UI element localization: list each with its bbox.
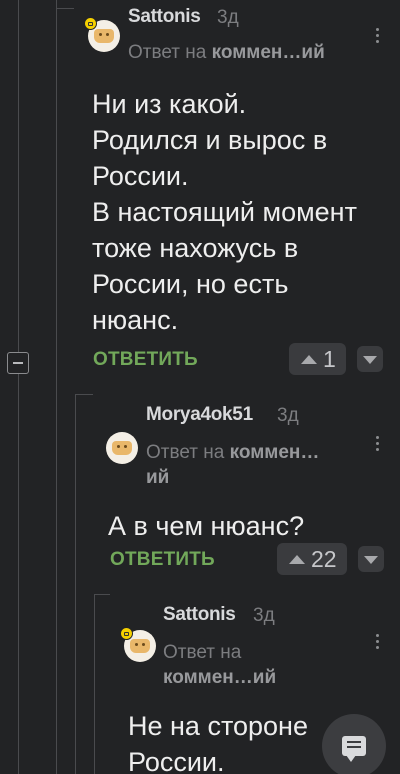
- reply-to-target[interactable]: коммен…ий: [212, 42, 325, 63]
- thread-line-outer: [18, 0, 19, 352]
- comment-text-line: России.: [92, 161, 189, 191]
- comment-text-line: Не на стороне: [128, 711, 308, 741]
- comment-text-line: Ни из какой.: [92, 89, 247, 119]
- comment-text: А в чем нюанс?: [108, 508, 304, 544]
- reply-button[interactable]: ОТВЕТИТЬ: [93, 349, 198, 371]
- downvote-button[interactable]: [357, 346, 383, 372]
- thread-connector-1: [56, 8, 74, 9]
- thread-line-3: [94, 594, 95, 774]
- kebab-menu-icon[interactable]: [376, 436, 380, 451]
- reply-to-line[interactable]: Ответ на коммен…ий: [163, 640, 276, 690]
- comment-text-line: Родился и вырос в: [92, 125, 328, 155]
- avatar-face-icon: [94, 29, 114, 43]
- avatar-face-icon: [130, 639, 150, 653]
- thread-line-2: [75, 394, 76, 774]
- triangle-up-icon: [289, 554, 305, 564]
- thread-connector-2: [75, 394, 93, 395]
- thread-connector-3: [94, 594, 110, 595]
- kebab-menu-icon[interactable]: [376, 634, 380, 649]
- kebab-menu-icon[interactable]: [376, 28, 380, 43]
- reply-button[interactable]: ОТВЕТИТЬ: [110, 549, 215, 571]
- triangle-down-icon: [364, 556, 378, 564]
- comment-time: 3д: [217, 7, 239, 28]
- comment-fab-button[interactable]: [322, 714, 386, 774]
- comment-text: Ни из какой. Родился и вырос в России. В…: [92, 86, 357, 338]
- comment-author[interactable]: Morya4ok51: [146, 404, 253, 426]
- reply-to-line[interactable]: Ответ на коммен… ий: [146, 440, 319, 490]
- badge-icon: [120, 627, 133, 640]
- comment-time: 3д: [277, 405, 299, 426]
- comment-text-line: А в чем нюанс?: [108, 511, 305, 541]
- comment-text: Не на стороне России.: [128, 708, 308, 774]
- vote-count: 22: [311, 545, 337, 572]
- comment-text-line: России.: [128, 747, 225, 774]
- comment-time: 3д: [253, 605, 275, 626]
- reply-to-target[interactable]: коммен…ий: [163, 667, 276, 688]
- downvote-button[interactable]: [358, 546, 384, 572]
- collapse-minus-icon[interactable]: [7, 352, 29, 374]
- reply-to-target-cont[interactable]: ий: [146, 467, 169, 488]
- vote-count: 1: [323, 345, 336, 372]
- triangle-down-icon: [363, 356, 377, 364]
- reply-to-target[interactable]: коммен…: [230, 442, 320, 463]
- comment-icon: [342, 736, 366, 762]
- badge-icon: [84, 17, 97, 30]
- comment-text-line: нюанс.: [92, 305, 179, 335]
- reply-to-prefix: Ответ на: [128, 42, 207, 63]
- comment-author[interactable]: Sattonis: [128, 6, 201, 28]
- comment-text-line: тоже нахожусь в: [92, 233, 299, 263]
- comment-text-line: России, но есть: [92, 269, 289, 299]
- comment-author[interactable]: Sattonis: [163, 604, 236, 626]
- reply-to-prefix: Ответ на: [146, 442, 225, 463]
- triangle-up-icon: [301, 354, 317, 364]
- reply-to-line[interactable]: Ответ на коммен…ий: [128, 40, 325, 65]
- avatar[interactable]: [84, 17, 120, 52]
- thread-line-1: [56, 0, 57, 774]
- upvote-button[interactable]: 1: [289, 343, 346, 375]
- avatar[interactable]: [120, 627, 156, 662]
- avatar[interactable]: [106, 432, 138, 464]
- avatar-face-icon: [112, 441, 132, 455]
- comment-text-line: В настоящий момент: [92, 197, 357, 227]
- thread-line-outer-lower: [18, 374, 19, 774]
- reply-to-prefix: Ответ на: [163, 642, 242, 663]
- upvote-button[interactable]: 22: [277, 543, 347, 575]
